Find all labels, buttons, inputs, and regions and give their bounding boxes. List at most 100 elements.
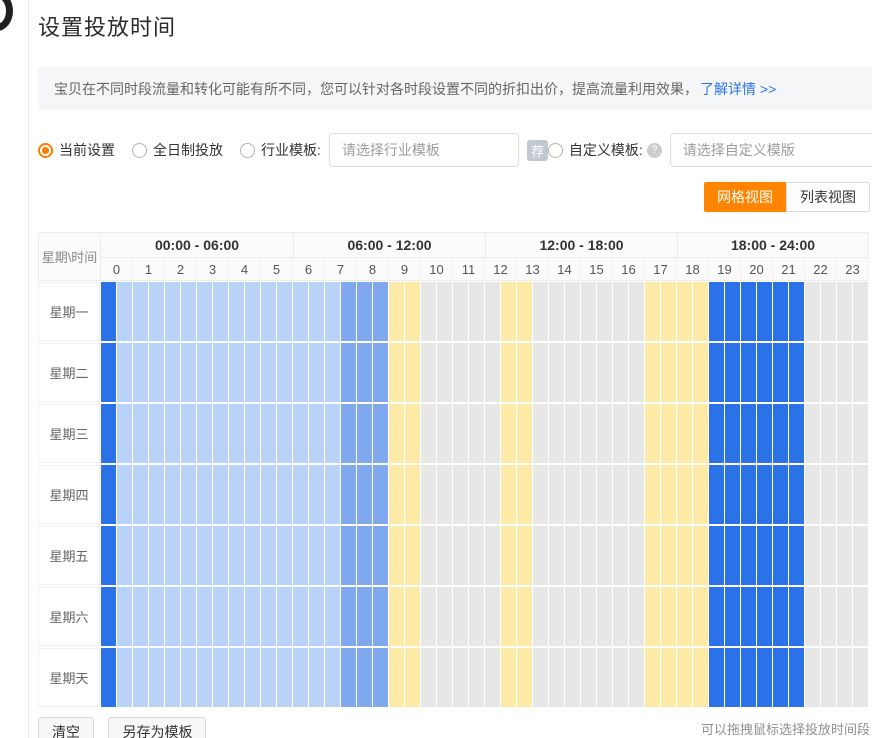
time-cell[interactable] [677, 343, 692, 402]
time-cell[interactable] [757, 648, 772, 707]
time-cell[interactable] [325, 343, 340, 402]
time-cell[interactable] [533, 587, 548, 646]
time-cell[interactable] [181, 526, 196, 585]
time-cell[interactable] [133, 648, 148, 707]
time-cell[interactable] [229, 404, 244, 463]
help-icon[interactable]: ? [647, 143, 662, 158]
time-cell[interactable] [405, 282, 420, 341]
time-cell[interactable] [581, 343, 596, 402]
time-cell[interactable] [693, 648, 708, 707]
time-cell[interactable] [101, 465, 116, 524]
time-cell[interactable] [389, 526, 404, 585]
time-cell[interactable] [421, 465, 436, 524]
time-cell[interactable] [341, 587, 356, 646]
time-cell[interactable] [357, 587, 372, 646]
time-cell[interactable] [405, 648, 420, 707]
time-cell[interactable] [325, 587, 340, 646]
time-cell[interactable] [469, 282, 484, 341]
time-cell[interactable] [581, 648, 596, 707]
time-cell[interactable] [757, 343, 772, 402]
time-cell[interactable] [581, 465, 596, 524]
time-cell[interactable] [165, 343, 180, 402]
time-cell[interactable] [757, 465, 772, 524]
time-cell[interactable] [245, 648, 260, 707]
save-as-template-button[interactable]: 另存为模板 [108, 717, 206, 738]
time-cell[interactable] [853, 343, 868, 402]
time-cell[interactable] [341, 282, 356, 341]
time-cell[interactable] [805, 648, 820, 707]
time-cell[interactable] [197, 648, 212, 707]
time-cell[interactable] [821, 648, 836, 707]
time-cell[interactable] [549, 404, 564, 463]
time-cell[interactable] [709, 404, 724, 463]
time-cell[interactable] [181, 465, 196, 524]
grid-view-button[interactable]: 网格视图 [704, 182, 786, 212]
time-cell[interactable] [213, 526, 228, 585]
time-cell[interactable] [725, 343, 740, 402]
time-cell[interactable] [677, 282, 692, 341]
time-cell[interactable] [821, 343, 836, 402]
time-cell[interactable] [149, 282, 164, 341]
time-cell[interactable] [597, 404, 612, 463]
time-cell[interactable] [517, 282, 532, 341]
time-cell[interactable] [389, 404, 404, 463]
time-cell[interactable] [357, 465, 372, 524]
time-cell[interactable] [837, 526, 852, 585]
time-cell[interactable] [389, 343, 404, 402]
time-cell[interactable] [805, 282, 820, 341]
time-cell[interactable] [373, 465, 388, 524]
time-cell[interactable] [501, 648, 516, 707]
time-cell[interactable] [389, 282, 404, 341]
option-all-day[interactable]: 全日制投放 [132, 140, 223, 160]
time-cell[interactable] [357, 526, 372, 585]
time-cell[interactable] [549, 343, 564, 402]
time-cell[interactable] [149, 404, 164, 463]
time-cell[interactable] [229, 648, 244, 707]
time-cell[interactable] [181, 648, 196, 707]
time-cell[interactable] [341, 343, 356, 402]
time-cell[interactable] [517, 404, 532, 463]
time-cell[interactable] [453, 465, 468, 524]
time-cell[interactable] [581, 587, 596, 646]
time-cell[interactable] [853, 282, 868, 341]
time-cell[interactable] [437, 526, 452, 585]
time-cell[interactable] [757, 404, 772, 463]
time-cell[interactable] [309, 282, 324, 341]
time-cell[interactable] [693, 343, 708, 402]
time-cell[interactable] [645, 404, 660, 463]
time-cell[interactable] [661, 282, 676, 341]
time-cell[interactable] [453, 343, 468, 402]
time-cell[interactable] [725, 587, 740, 646]
time-cell[interactable] [197, 343, 212, 402]
time-cell[interactable] [693, 526, 708, 585]
time-cell[interactable] [245, 526, 260, 585]
time-cell[interactable] [373, 526, 388, 585]
time-cell[interactable] [501, 343, 516, 402]
time-cell[interactable] [773, 648, 788, 707]
time-cell[interactable] [821, 282, 836, 341]
time-cell[interactable] [789, 282, 804, 341]
time-cell[interactable] [517, 587, 532, 646]
time-cell[interactable] [373, 587, 388, 646]
time-cell[interactable] [469, 526, 484, 585]
time-cell[interactable] [357, 343, 372, 402]
time-cell[interactable] [101, 343, 116, 402]
time-cell[interactable] [741, 526, 756, 585]
time-cell[interactable] [773, 587, 788, 646]
time-cell[interactable] [613, 404, 628, 463]
time-cell[interactable] [549, 282, 564, 341]
time-cell[interactable] [581, 404, 596, 463]
time-cell[interactable] [437, 465, 452, 524]
time-cell[interactable] [805, 404, 820, 463]
time-cell[interactable] [853, 465, 868, 524]
time-cell[interactable] [229, 465, 244, 524]
time-cell[interactable] [629, 404, 644, 463]
time-cell[interactable] [501, 587, 516, 646]
time-cell[interactable] [309, 404, 324, 463]
time-cell[interactable] [101, 526, 116, 585]
time-cell[interactable] [597, 282, 612, 341]
time-cell[interactable] [469, 404, 484, 463]
time-cell[interactable] [389, 465, 404, 524]
time-cell[interactable] [485, 282, 500, 341]
time-cell[interactable] [565, 648, 580, 707]
